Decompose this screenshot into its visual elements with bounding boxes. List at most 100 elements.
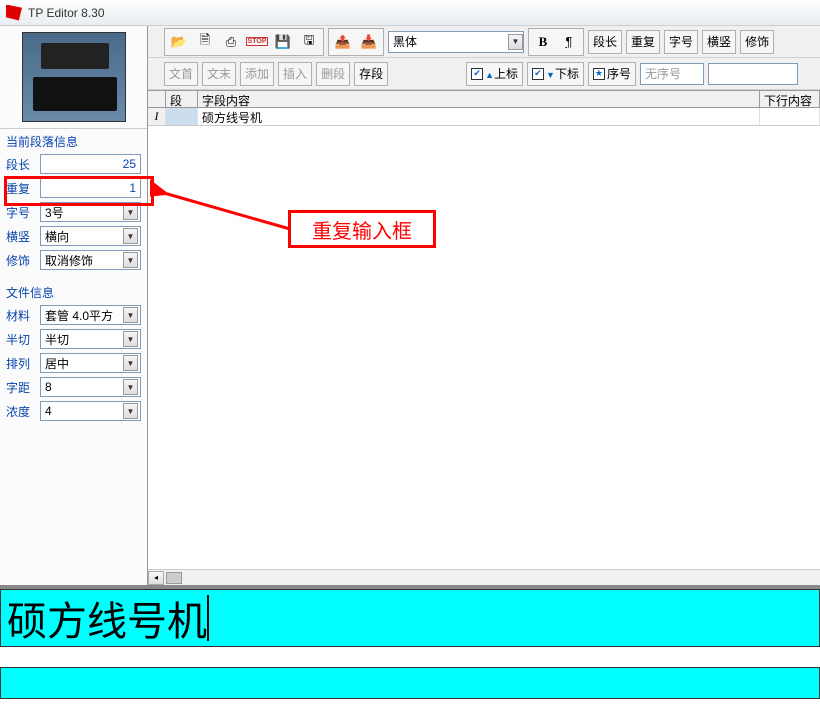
preview-line-1: 硕方线号机 [0,589,820,647]
save-seg-button[interactable]: 存段 [354,62,388,86]
preview-line-2 [0,667,820,699]
superscript-button[interactable]: 上标 [466,62,523,86]
scroll-left-button[interactable]: ◂ [148,571,164,585]
prop-label: 横竖 [6,228,36,245]
new-button[interactable] [192,30,218,54]
chevron-down-icon: ▼ [123,204,138,220]
cell-next[interactable] [760,108,820,125]
fontsize-button[interactable]: 字号 [664,30,698,54]
prop-label: 修饰 [6,252,36,269]
chevron-down-icon: ▼ [123,252,138,268]
saveas-button[interactable] [296,30,322,54]
bold-button[interactable] [530,30,556,54]
prop-row-density: 浓度 4▼ [0,399,147,423]
decoration-select[interactable]: 取消修饰▼ [40,250,141,270]
section-header-paragraph: 当前段落信息 [0,131,147,152]
subscript-button[interactable]: 下标 [527,62,584,86]
orientation-button[interactable]: 横竖 [702,30,736,54]
checkbox-icon [532,68,544,80]
preview-text: 硕方线号机 [7,589,207,647]
col-content: 字段内容 [198,91,760,107]
print-button[interactable] [218,30,244,54]
chevron-down-icon: ▼ [123,228,138,244]
chevron-down-icon: ▼ [508,34,523,50]
sequence-extra-input[interactable] [708,63,798,85]
prop-row-fontsize: 字号 3号▼ [0,200,147,224]
seglen-button[interactable]: 段长 [588,30,622,54]
repeat-input[interactable]: 1 [40,178,141,198]
style-group [528,28,584,56]
prop-label: 浓度 [6,403,36,420]
toolbar-row-2: 文首 文末 添加 插入 删段 存段 上标 下标 序号 无序号 [148,58,820,90]
arrow-down-icon [546,67,555,81]
star-icon [593,68,605,80]
decoration-button[interactable]: 修饰 [740,30,774,54]
export-button[interactable] [330,30,356,54]
chevron-down-icon: ▼ [123,307,138,323]
halfcut-select[interactable]: 半切▼ [40,329,141,349]
preview-panel: 硕方线号机 [0,585,820,705]
prop-row-halfcut: 半切 半切▼ [0,327,147,351]
prop-label: 材料 [6,307,36,324]
insert-button[interactable]: 插入 [278,62,312,86]
prop-row-length: 段长 25 [0,152,147,176]
cell-segno[interactable] [166,108,198,125]
save-button[interactable] [270,30,296,54]
import-button[interactable] [356,30,382,54]
doc-end-button[interactable]: 文末 [202,62,236,86]
text-cursor-icon [207,595,209,641]
chevron-down-icon: ▼ [123,355,138,371]
app-title: TP Editor 8.30 [28,6,105,20]
prop-label: 半切 [6,331,36,348]
prop-label: 字号 [6,204,36,221]
align-select[interactable]: 居中▼ [40,353,141,373]
orientation-select[interactable]: 横向▼ [40,226,141,246]
repeat-button[interactable]: 重复 [626,30,660,54]
density-select[interactable]: 4▼ [40,401,141,421]
device-thumbnail [22,32,126,122]
chevron-down-icon: ▼ [123,331,138,347]
table-row[interactable]: I 硕方线号机 [148,108,820,126]
sequence-input[interactable]: 无序号 [640,63,704,85]
prop-row-orientation: 横竖 横向▼ [0,224,147,248]
cell-content[interactable]: 硕方线号机 [198,108,760,125]
prop-row-repeat: 重复 1 [0,176,147,200]
col-segno: 段号 [166,91,198,107]
paragraph-mark-button[interactable] [556,30,582,54]
scroll-thumb[interactable] [166,572,182,584]
stop-button[interactable] [244,30,270,54]
prop-label: 排列 [6,355,36,372]
length-input[interactable]: 25 [40,154,141,174]
arrow-up-icon [485,67,494,81]
grid-header: 段号 字段内容 下行内容 [148,90,820,108]
spacing-select[interactable]: 8▼ [40,377,141,397]
prop-label: 段长 [6,156,36,173]
chevron-down-icon: ▼ [123,379,138,395]
prop-label: 重复 [6,180,36,197]
canvas-area: ◂ [148,126,820,585]
horizontal-scrollbar[interactable]: ◂ [148,569,820,585]
prop-row-align: 排列 居中▼ [0,351,147,375]
prop-row-material: 材料 套管 4.0平方▼ [0,303,147,327]
font-select[interactable]: 黑体 ▼ [388,31,524,53]
app-logo-icon [6,5,22,21]
fontsize-select[interactable]: 3号▼ [40,202,141,222]
material-select[interactable]: 套管 4.0平方▼ [40,305,141,325]
open-button[interactable] [166,30,192,54]
sequence-button[interactable]: 序号 [588,62,636,86]
title-bar: TP Editor 8.30 [0,0,820,26]
toolbar-row-1: 黑体 ▼ 段长 重复 字号 横竖 修饰 [148,26,820,58]
doc-start-button[interactable]: 文首 [164,62,198,86]
checkbox-icon [471,68,483,80]
chevron-down-icon: ▼ [123,403,138,419]
io-group [328,28,384,56]
add-button[interactable]: 添加 [240,62,274,86]
col-next: 下行内容 [760,91,820,107]
prop-label: 字距 [6,379,36,396]
file-group [164,28,324,56]
delete-seg-button[interactable]: 删段 [316,62,350,86]
section-header-file: 文件信息 [0,282,147,303]
annotation-callout: 重复输入框 [288,210,436,248]
prop-row-spacing: 字距 8▼ [0,375,147,399]
prop-row-decoration: 修饰 取消修饰▼ [0,248,147,272]
